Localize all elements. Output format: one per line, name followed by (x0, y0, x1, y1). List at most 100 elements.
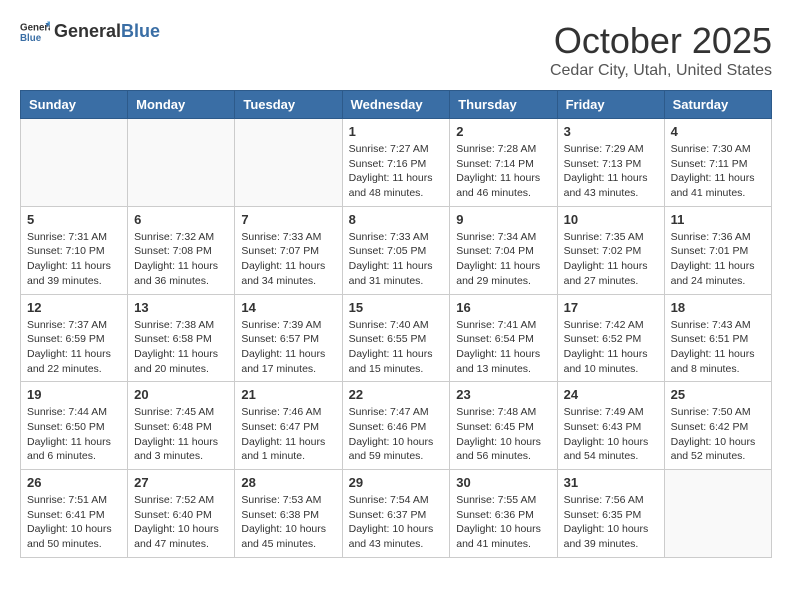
day-of-week-header: Sunday (21, 91, 128, 119)
page-header: General Blue GeneralBlue October 2025 Ce… (20, 20, 772, 80)
day-number: 20 (134, 387, 228, 402)
calendar-day-cell: 16 Sunrise: 7:41 AMSunset: 6:54 PMDayligh… (450, 294, 557, 382)
day-info: Sunrise: 7:53 AMSunset: 6:38 PMDaylight:… (241, 493, 335, 552)
day-number: 7 (241, 212, 335, 227)
day-number: 6 (134, 212, 228, 227)
day-number: 4 (671, 124, 765, 139)
day-number: 2 (456, 124, 550, 139)
calendar-day-cell: 11 Sunrise: 7:36 AMSunset: 7:01 PMDayligh… (664, 206, 771, 294)
day-info: Sunrise: 7:37 AMSunset: 6:59 PMDaylight:… (27, 318, 121, 377)
title-section: October 2025 Cedar City, Utah, United St… (550, 20, 772, 80)
day-number: 25 (671, 387, 765, 402)
calendar-day-cell: 26 Sunrise: 7:51 AMSunset: 6:41 PMDayligh… (21, 470, 128, 558)
calendar-day-cell: 4 Sunrise: 7:30 AMSunset: 7:11 PMDaylight… (664, 119, 771, 207)
calendar-day-cell: 10 Sunrise: 7:35 AMSunset: 7:02 PMDayligh… (557, 206, 664, 294)
calendar-day-cell: 3 Sunrise: 7:29 AMSunset: 7:13 PMDaylight… (557, 119, 664, 207)
calendar-day-cell: 28 Sunrise: 7:53 AMSunset: 6:38 PMDayligh… (235, 470, 342, 558)
calendar-week-row: 19 Sunrise: 7:44 AMSunset: 6:50 PMDayligh… (21, 382, 772, 470)
day-number: 1 (349, 124, 444, 139)
calendar-week-row: 5Sunrise: 7:31 AMSunset: 7:10 PMDaylight… (21, 206, 772, 294)
location-title: Cedar City, Utah, United States (550, 62, 772, 80)
svg-text:Blue: Blue (20, 33, 42, 44)
day-info: Sunrise: 7:42 AMSunset: 6:52 PMDaylight:… (564, 318, 658, 377)
calendar-day-cell: 22Sunrise: 7:47 AMSunset: 6:46 PMDayligh… (342, 382, 450, 470)
day-info: Sunrise: 7:46 AMSunset: 6:47 PMDaylight:… (241, 405, 335, 464)
day-info: Sunrise: 7:39 AMSunset: 6:57 PMDaylight:… (241, 318, 335, 377)
calendar-day-cell: 21Sunrise: 7:46 AMSunset: 6:47 PMDayligh… (235, 382, 342, 470)
day-number: 15 (349, 300, 444, 315)
day-number: 13 (134, 300, 228, 315)
calendar-day-cell: 29Sunrise: 7:54 AMSunset: 6:37 PMDayligh… (342, 470, 450, 558)
calendar-week-row: 1 Sunrise: 7:27 AMSunset: 7:16 PMDaylight… (21, 119, 772, 207)
day-number: 26 (27, 475, 121, 490)
calendar-day-cell: 14 Sunrise: 7:39 AMSunset: 6:57 PMDayligh… (235, 294, 342, 382)
day-number: 19 (27, 387, 121, 402)
day-number: 12 (27, 300, 121, 315)
day-info: Sunrise: 7:38 AMSunset: 6:58 PMDaylight:… (134, 318, 228, 377)
day-number: 18 (671, 300, 765, 315)
calendar-day-cell: 30 Sunrise: 7:55 AMSunset: 6:36 PMDayligh… (450, 470, 557, 558)
day-number: 22 (349, 387, 444, 402)
calendar-day-cell: 19 Sunrise: 7:44 AMSunset: 6:50 PMDayligh… (21, 382, 128, 470)
calendar-day-cell: 31 Sunrise: 7:56 AMSunset: 6:35 PMDayligh… (557, 470, 664, 558)
calendar-day-cell: 24Sunrise: 7:49 AMSunset: 6:43 PMDayligh… (557, 382, 664, 470)
calendar-day-cell: 5Sunrise: 7:31 AMSunset: 7:10 PMDaylight… (21, 206, 128, 294)
calendar-week-row: 26 Sunrise: 7:51 AMSunset: 6:41 PMDayligh… (21, 470, 772, 558)
day-info: Sunrise: 7:56 AMSunset: 6:35 PMDaylight:… (564, 493, 658, 552)
day-info: Sunrise: 7:41 AMSunset: 6:54 PMDaylight:… (456, 318, 550, 377)
day-info: Sunrise: 7:51 AMSunset: 6:41 PMDaylight:… (27, 493, 121, 552)
day-number: 3 (564, 124, 658, 139)
day-info: Sunrise: 7:44 AMSunset: 6:50 PMDaylight:… (27, 405, 121, 464)
calendar-table: SundayMondayTuesdayWednesdayThursdayFrid… (20, 90, 772, 558)
day-info: Sunrise: 7:54 AMSunset: 6:37 PMDaylight:… (349, 493, 444, 552)
calendar-day-cell (664, 470, 771, 558)
calendar-day-cell: 9Sunrise: 7:34 AMSunset: 7:04 PMDaylight… (450, 206, 557, 294)
calendar-day-cell: 17 Sunrise: 7:42 AMSunset: 6:52 PMDayligh… (557, 294, 664, 382)
calendar-week-row: 12 Sunrise: 7:37 AMSunset: 6:59 PMDayligh… (21, 294, 772, 382)
day-number: 10 (564, 212, 658, 227)
calendar-day-cell: 25 Sunrise: 7:50 AMSunset: 6:42 PMDayligh… (664, 382, 771, 470)
day-of-week-header: Wednesday (342, 91, 450, 119)
day-of-week-header: Friday (557, 91, 664, 119)
day-number: 8 (349, 212, 444, 227)
calendar-day-cell (235, 119, 342, 207)
day-number: 14 (241, 300, 335, 315)
logo-text: GeneralBlue (54, 21, 160, 43)
day-info: Sunrise: 7:43 AMSunset: 6:51 PMDaylight:… (671, 318, 765, 377)
day-number: 17 (564, 300, 658, 315)
calendar-day-cell: 7 Sunrise: 7:33 AMSunset: 7:07 PMDaylight… (235, 206, 342, 294)
day-number: 28 (241, 475, 335, 490)
day-info: Sunrise: 7:29 AMSunset: 7:13 PMDaylight:… (564, 142, 658, 201)
day-number: 27 (134, 475, 228, 490)
day-info: Sunrise: 7:27 AMSunset: 7:16 PMDaylight:… (349, 142, 444, 201)
day-number: 11 (671, 212, 765, 227)
calendar-day-cell: 20Sunrise: 7:45 AMSunset: 6:48 PMDayligh… (128, 382, 235, 470)
day-of-week-header: Thursday (450, 91, 557, 119)
day-number: 30 (456, 475, 550, 490)
day-info: Sunrise: 7:55 AMSunset: 6:36 PMDaylight:… (456, 493, 550, 552)
day-info: Sunrise: 7:36 AMSunset: 7:01 PMDaylight:… (671, 230, 765, 289)
day-info: Sunrise: 7:32 AMSunset: 7:08 PMDaylight:… (134, 230, 228, 289)
calendar-day-cell: 6 Sunrise: 7:32 AMSunset: 7:08 PMDaylight… (128, 206, 235, 294)
day-number: 31 (564, 475, 658, 490)
day-info: Sunrise: 7:30 AMSunset: 7:11 PMDaylight:… (671, 142, 765, 201)
logo-icon: General Blue (20, 20, 50, 44)
day-number: 16 (456, 300, 550, 315)
month-title: October 2025 (550, 20, 772, 62)
day-info: Sunrise: 7:35 AMSunset: 7:02 PMDaylight:… (564, 230, 658, 289)
calendar-day-cell: 13 Sunrise: 7:38 AMSunset: 6:58 PMDayligh… (128, 294, 235, 382)
day-number: 24 (564, 387, 658, 402)
calendar-day-cell: 23Sunrise: 7:48 AMSunset: 6:45 PMDayligh… (450, 382, 557, 470)
calendar-day-cell: 2 Sunrise: 7:28 AMSunset: 7:14 PMDaylight… (450, 119, 557, 207)
calendar-day-cell (128, 119, 235, 207)
calendar-day-cell: 1 Sunrise: 7:27 AMSunset: 7:16 PMDaylight… (342, 119, 450, 207)
day-info: Sunrise: 7:34 AMSunset: 7:04 PMDaylight:… (456, 230, 550, 289)
calendar-header-row: SundayMondayTuesdayWednesdayThursdayFrid… (21, 91, 772, 119)
day-info: Sunrise: 7:33 AMSunset: 7:07 PMDaylight:… (241, 230, 335, 289)
day-info: Sunrise: 7:28 AMSunset: 7:14 PMDaylight:… (456, 142, 550, 201)
calendar-day-cell: 15Sunrise: 7:40 AMSunset: 6:55 PMDayligh… (342, 294, 450, 382)
day-info: Sunrise: 7:50 AMSunset: 6:42 PMDaylight:… (671, 405, 765, 464)
calendar-day-cell: 27Sunrise: 7:52 AMSunset: 6:40 PMDayligh… (128, 470, 235, 558)
day-info: Sunrise: 7:48 AMSunset: 6:45 PMDaylight:… (456, 405, 550, 464)
day-number: 5 (27, 212, 121, 227)
